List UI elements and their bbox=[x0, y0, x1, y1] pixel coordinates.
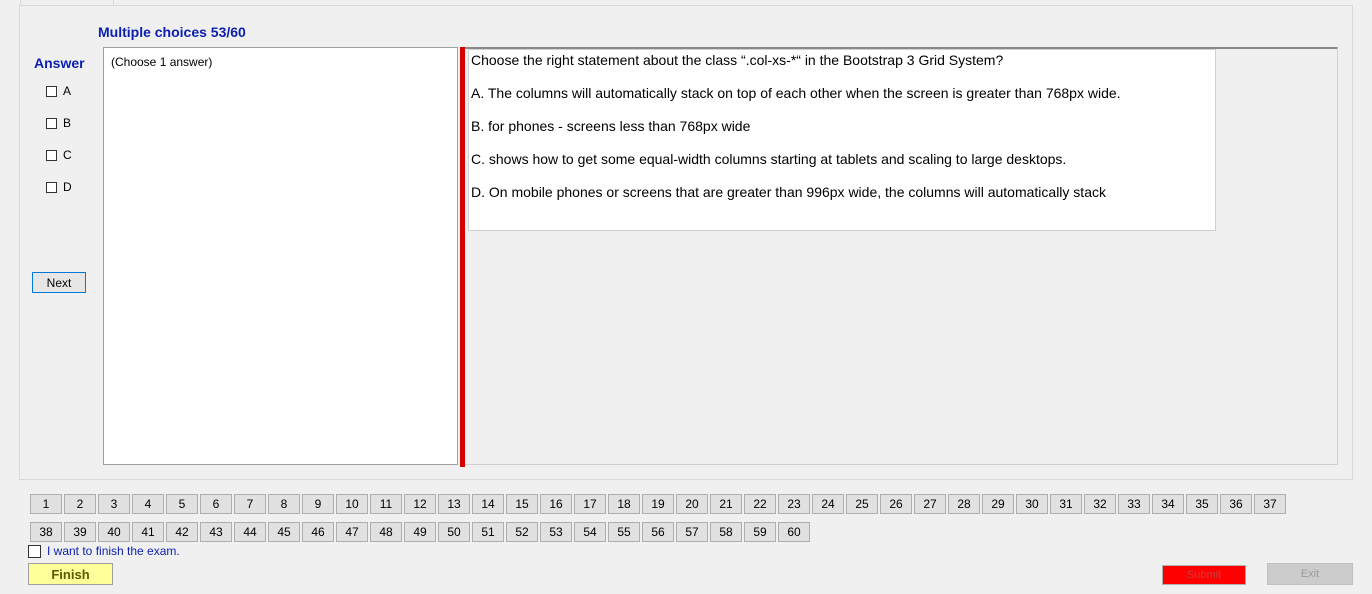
option-c-checkbox[interactable] bbox=[46, 149, 57, 161]
question-nav-button[interactable]: 4 bbox=[132, 494, 164, 514]
option-b-checkbox[interactable] bbox=[46, 117, 57, 129]
question-nav-button[interactable]: 29 bbox=[982, 494, 1014, 514]
question-nav-button[interactable]: 55 bbox=[608, 522, 640, 542]
answer-instruction-panel: (Choose 1 answer) bbox=[103, 47, 458, 465]
question-nav-button[interactable]: 59 bbox=[744, 522, 776, 542]
option-d-label: D bbox=[63, 180, 72, 194]
page-title: Multiple choices 53/60 bbox=[98, 24, 246, 40]
question-nav-button[interactable]: 47 bbox=[336, 522, 368, 542]
instruction-text: (Choose 1 answer) bbox=[111, 55, 213, 69]
question-nav-button[interactable]: 32 bbox=[1084, 494, 1116, 514]
question-nav-row-1: 1 2 3 4 5 6 7 8 9 10 11 12 13 14 15 16 17 18 19 20 21 22 23 24 2… bbox=[30, 494, 1288, 514]
question-nav-button[interactable]: 3 bbox=[98, 494, 130, 514]
finish-exam-checkbox[interactable] bbox=[28, 544, 41, 558]
question-nav-button[interactable]: 54 bbox=[574, 522, 606, 542]
question-nav-button[interactable]: 11 bbox=[370, 494, 402, 514]
choice-b-text: B. for phones - screens less than 768px … bbox=[471, 118, 751, 134]
question-nav-button[interactable]: 1 bbox=[30, 494, 62, 514]
question-nav-button[interactable]: 10 bbox=[336, 494, 368, 514]
question-nav-button[interactable]: 17 bbox=[574, 494, 606, 514]
question-nav-button[interactable]: 8 bbox=[268, 494, 300, 514]
question-box bbox=[468, 49, 1216, 231]
option-a-label: A bbox=[63, 84, 72, 98]
question-nav-row-2: 38 39 40 41 42 43 44 45 46 47 48 49 50 51 52 53 54 55 56 57… bbox=[30, 522, 812, 542]
choice-d-text: D. On mobile phones or screens that are … bbox=[471, 184, 1106, 200]
question-nav-button[interactable]: 38 bbox=[30, 522, 62, 542]
exit-button: Exit bbox=[1267, 563, 1353, 585]
question-nav-button[interactable]: 6 bbox=[200, 494, 232, 514]
choice-a-text: A. The columns will automatically stack … bbox=[471, 85, 1121, 101]
question-nav-button[interactable]: 37 bbox=[1254, 494, 1286, 514]
question-nav-button[interactable]: 24 bbox=[812, 494, 844, 514]
option-c-label: C bbox=[63, 148, 72, 162]
submit-button[interactable]: Submit bbox=[1162, 565, 1246, 585]
option-d[interactable]: D bbox=[46, 180, 72, 194]
question-nav-button[interactable]: 48 bbox=[370, 522, 402, 542]
question-nav-button[interactable]: 36 bbox=[1220, 494, 1252, 514]
question-nav-button[interactable]: 53 bbox=[540, 522, 572, 542]
question-nav-button[interactable]: 15 bbox=[506, 494, 538, 514]
question-nav-button[interactable]: 2 bbox=[64, 494, 96, 514]
question-nav-button[interactable]: 22 bbox=[744, 494, 776, 514]
option-d-checkbox[interactable] bbox=[46, 181, 57, 193]
question-nav-button[interactable]: 25 bbox=[846, 494, 878, 514]
question-nav-button[interactable]: 43 bbox=[200, 522, 232, 542]
question-nav-button[interactable]: 49 bbox=[404, 522, 436, 542]
question-nav-button[interactable]: 19 bbox=[642, 494, 674, 514]
question-nav-button[interactable]: 60 bbox=[778, 522, 810, 542]
question-nav-button[interactable]: 28 bbox=[948, 494, 980, 514]
question-nav-button[interactable]: 34 bbox=[1152, 494, 1184, 514]
question-nav-button[interactable]: 12 bbox=[404, 494, 436, 514]
choice-c-text: C. shows how to get some equal-width col… bbox=[471, 151, 1067, 167]
option-b[interactable]: B bbox=[46, 116, 71, 130]
question-nav-button[interactable]: 30 bbox=[1016, 494, 1048, 514]
question-nav-button[interactable]: 5 bbox=[166, 494, 198, 514]
question-nav-button[interactable]: 14 bbox=[472, 494, 504, 514]
question-nav-button[interactable]: 27 bbox=[914, 494, 946, 514]
question-nav-button[interactable]: 42 bbox=[166, 522, 198, 542]
question-nav-button[interactable]: 57 bbox=[676, 522, 708, 542]
question-nav-button[interactable]: 52 bbox=[506, 522, 538, 542]
answer-label: Answer bbox=[34, 55, 85, 71]
question-nav-button[interactable]: 7 bbox=[234, 494, 266, 514]
option-b-label: B bbox=[63, 116, 72, 130]
question-nav-button[interactable]: 20 bbox=[676, 494, 708, 514]
question-nav-button[interactable]: 40 bbox=[98, 522, 130, 542]
question-nav-button[interactable]: 46 bbox=[302, 522, 334, 542]
question-nav-button[interactable]: 31 bbox=[1050, 494, 1082, 514]
question-nav-button[interactable]: 13 bbox=[438, 494, 470, 514]
question-nav-button[interactable]: 16 bbox=[540, 494, 572, 514]
option-c[interactable]: C bbox=[46, 148, 72, 162]
question-nav-button[interactable]: 26 bbox=[880, 494, 912, 514]
question-nav-button[interactable]: 58 bbox=[710, 522, 742, 542]
question-nav-button[interactable]: 33 bbox=[1118, 494, 1150, 514]
question-nav-button[interactable]: 45 bbox=[268, 522, 300, 542]
question-nav-button[interactable]: 35 bbox=[1186, 494, 1218, 514]
question-nav-button[interactable]: 50 bbox=[438, 522, 470, 542]
question-nav-button[interactable]: 41 bbox=[132, 522, 164, 542]
finish-exam-label: I want to finish the exam. bbox=[47, 544, 180, 558]
finish-exam-check[interactable]: I want to finish the exam. bbox=[28, 544, 180, 558]
question-nav-button[interactable]: 44 bbox=[234, 522, 266, 542]
question-nav-button[interactable]: 9 bbox=[302, 494, 334, 514]
option-a-checkbox[interactable] bbox=[46, 85, 57, 97]
question-nav-button[interactable]: 21 bbox=[710, 494, 742, 514]
question-nav-button[interactable]: 56 bbox=[642, 522, 674, 542]
finish-button[interactable]: Finish bbox=[28, 563, 113, 585]
question-nav-button[interactable]: 39 bbox=[64, 522, 96, 542]
question-nav-button[interactable]: 18 bbox=[608, 494, 640, 514]
question-nav-button[interactable]: 23 bbox=[778, 494, 810, 514]
next-button[interactable]: Next bbox=[32, 272, 86, 293]
question-nav-button[interactable]: 51 bbox=[472, 522, 504, 542]
question-text: Choose the right statement about the cla… bbox=[471, 52, 1004, 68]
option-a[interactable]: A bbox=[46, 84, 71, 98]
